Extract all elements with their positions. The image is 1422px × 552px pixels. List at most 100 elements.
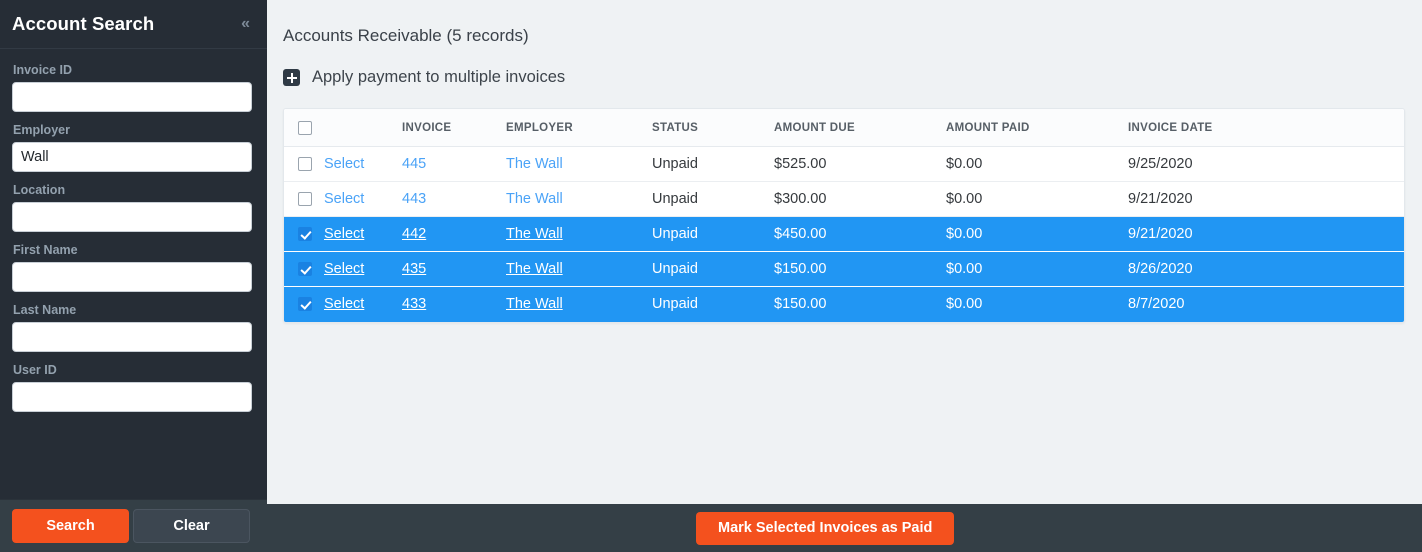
invoice-link[interactable]: 433: [402, 296, 426, 312]
table-row[interactable]: Select 443 The Wall Unpaid $300.00 $0.00 9/21/…: [284, 181, 1404, 217]
search-button[interactable]: Search: [12, 509, 129, 543]
select-cell: Select: [324, 251, 402, 287]
employer-cell: The Wall: [506, 251, 652, 287]
employer-link[interactable]: The Wall: [506, 156, 563, 172]
invoice-date-cell: 9/25/2020: [1128, 146, 1404, 182]
select-cell: Select: [324, 286, 402, 322]
amount-due-cell: $150.00: [774, 251, 946, 287]
select-link[interactable]: Select: [324, 156, 364, 172]
select-cell: Select: [324, 216, 402, 252]
table-header-row: INVOICE EMPLOYER STATUS AMOUNT DUE AMOUN…: [284, 109, 1404, 147]
row-checkbox[interactable]: [298, 192, 312, 207]
field-location: Location: [12, 183, 252, 232]
main-content: Accounts Receivable (5 records) Apply pa…: [267, 0, 1422, 552]
mark-selected-invoices-paid-button[interactable]: Mark Selected Invoices as Paid: [696, 511, 955, 545]
account-search-sidebar: Account Search « Invoice ID Employer Loc…: [0, 0, 267, 552]
field-invoice-id: Invoice ID: [12, 63, 252, 112]
employer-cell: The Wall: [506, 181, 652, 217]
amount-paid-cell: $0.00: [946, 216, 1128, 252]
invoice-link[interactable]: 445: [402, 156, 426, 172]
row-checkbox-cell[interactable]: [284, 286, 324, 322]
row-checkbox[interactable]: [298, 157, 312, 172]
invoice-link[interactable]: 435: [402, 261, 426, 277]
sidebar-header: Account Search «: [0, 0, 267, 49]
amount-paid-cell: $0.00: [946, 286, 1128, 322]
field-label-invoice-id: Invoice ID: [13, 63, 73, 77]
last-name-input[interactable]: [12, 322, 252, 352]
employer-cell: The Wall: [506, 286, 652, 322]
invoice-link[interactable]: 443: [402, 191, 426, 207]
page-title: Account Search: [12, 13, 155, 34]
amount-due-cell: $525.00: [774, 146, 946, 182]
invoice-id-input[interactable]: [12, 82, 252, 112]
select-link[interactable]: Select: [324, 226, 364, 242]
table-row[interactable]: Select 433 The Wall Unpaid $150.00 $0.00 8/7/2…: [284, 286, 1404, 322]
select-link[interactable]: Select: [324, 296, 364, 312]
table-row[interactable]: Select 445 The Wall Unpaid $525.00 $0.00 9/25/…: [284, 146, 1404, 182]
field-user-id: User ID: [12, 363, 252, 412]
employer-cell: The Wall: [506, 146, 652, 182]
row-checkbox-cell[interactable]: [284, 181, 324, 217]
status-cell: Unpaid: [652, 216, 774, 252]
amount-paid-cell: $0.00: [946, 146, 1128, 182]
employer-link[interactable]: The Wall: [506, 296, 563, 312]
accounts-receivable-table: INVOICE EMPLOYER STATUS AMOUNT DUE AMOUN…: [283, 108, 1405, 323]
invoice-cell: 445: [402, 146, 506, 182]
plus-square-icon[interactable]: [283, 69, 300, 86]
amount-paid-cell: $0.00: [946, 181, 1128, 217]
header-invoice-date[interactable]: INVOICE DATE: [1128, 109, 1404, 147]
invoice-date-cell: 8/26/2020: [1128, 251, 1404, 287]
table-body: Select 445 The Wall Unpaid $525.00 $0.00 9/25/…: [284, 146, 1404, 322]
chevron-double-left-icon[interactable]: «: [241, 16, 250, 32]
first-name-input[interactable]: [12, 262, 252, 292]
field-last-name: Last Name: [12, 303, 252, 352]
row-checkbox[interactable]: [298, 227, 312, 242]
employer-input[interactable]: [12, 142, 252, 172]
employer-link[interactable]: The Wall: [506, 191, 563, 207]
amount-paid-cell: $0.00: [946, 251, 1128, 287]
row-checkbox-cell[interactable]: [284, 146, 324, 182]
apply-payment-row[interactable]: Apply payment to multiple invoices: [283, 68, 1422, 87]
select-link[interactable]: Select: [324, 261, 364, 277]
select-cell: Select: [324, 146, 402, 182]
status-cell: Unpaid: [652, 146, 774, 182]
select-all-checkbox[interactable]: [298, 121, 312, 135]
employer-link[interactable]: The Wall: [506, 261, 563, 277]
row-checkbox-cell[interactable]: [284, 251, 324, 287]
status-cell: Unpaid: [652, 251, 774, 287]
row-checkbox-cell[interactable]: [284, 216, 324, 252]
header-amount-paid[interactable]: AMOUNT PAID: [946, 109, 1128, 147]
invoice-link[interactable]: 442: [402, 226, 426, 242]
row-checkbox[interactable]: [298, 297, 312, 312]
field-label-employer: Employer: [13, 123, 70, 137]
header-invoice[interactable]: INVOICE: [402, 109, 506, 147]
sidebar-footer: Search Clear: [0, 499, 267, 552]
header-amount-due[interactable]: AMOUNT DUE: [774, 109, 946, 147]
user-id-input[interactable]: [12, 382, 252, 412]
table-row[interactable]: Select 435 The Wall Unpaid $150.00 $0.00 8/26/…: [284, 251, 1404, 287]
apply-payment-label[interactable]: Apply payment to multiple invoices: [312, 68, 565, 87]
location-input[interactable]: [12, 202, 252, 232]
invoice-date-cell: 9/21/2020: [1128, 216, 1404, 252]
select-link[interactable]: Select: [324, 191, 364, 207]
clear-button[interactable]: Clear: [133, 509, 250, 543]
invoice-cell: 443: [402, 181, 506, 217]
amount-due-cell: $300.00: [774, 181, 946, 217]
employer-cell: The Wall: [506, 216, 652, 252]
invoice-date-cell: 8/7/2020: [1128, 286, 1404, 322]
main-inner: Accounts Receivable (5 records) Apply pa…: [267, 0, 1422, 504]
amount-due-cell: $450.00: [774, 216, 946, 252]
status-cell: Unpaid: [652, 286, 774, 322]
invoice-cell: 442: [402, 216, 506, 252]
field-first-name: First Name: [12, 243, 252, 292]
search-form: Invoice ID Employer Location First Name …: [0, 49, 267, 499]
employer-link[interactable]: The Wall: [506, 226, 563, 242]
status-cell: Unpaid: [652, 181, 774, 217]
app-root: Account Search « Invoice ID Employer Loc…: [0, 0, 1422, 552]
row-checkbox[interactable]: [298, 262, 312, 277]
header-status[interactable]: STATUS: [652, 109, 774, 147]
invoice-date-cell: 9/21/2020: [1128, 181, 1404, 217]
header-employer[interactable]: EMPLOYER: [506, 109, 652, 147]
invoice-cell: 435: [402, 251, 506, 287]
table-row[interactable]: Select 442 The Wall Unpaid $450.00 $0.00 9/21/…: [284, 216, 1404, 252]
